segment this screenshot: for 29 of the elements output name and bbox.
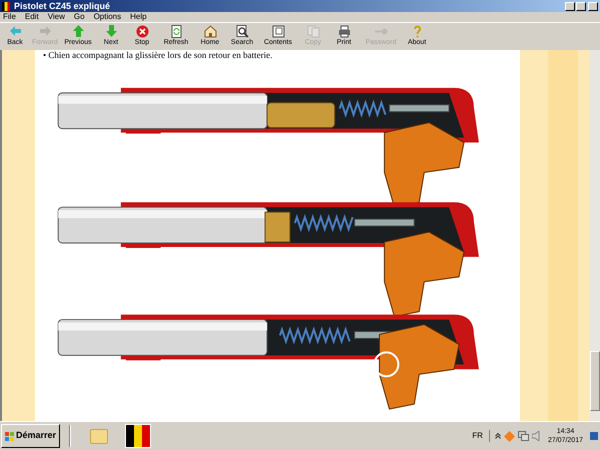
menu-item[interactable]: Go [74,13,85,21]
menu-item[interactable]: Edit [24,13,39,21]
home-icon [204,25,216,38]
app-taskbar-icon[interactable] [125,424,152,448]
paragraph: • Chien accompagnant la glissière lors de son retour en batterie. [42,50,274,60]
up-arrow-icon [72,25,84,38]
forward-arrow-icon [38,25,52,38]
scrollbar[interactable] [590,50,600,421]
start-button[interactable]: Démarrer [1,424,60,448]
close-button[interactable] [588,2,598,10]
speaker-icon[interactable] [532,431,541,441]
tray-up-arrow-icon[interactable] [494,433,501,439]
menu-item[interactable]: Options [94,13,122,21]
menu-item[interactable]: File [3,13,16,21]
maximize-button[interactable] [576,2,586,10]
refresh-icon [170,25,182,38]
printer-icon [338,25,350,38]
stop-icon [136,25,148,38]
language-indicator[interactable]: FR [472,430,490,442]
back-arrow-icon [8,25,22,38]
window-title: Pistolet CZ45 expliqué [14,2,110,10]
search-icon [236,25,248,38]
menu-item[interactable]: Help [130,13,147,21]
windows-logo-icon [5,432,14,440]
menu-item[interactable]: View [48,13,65,21]
copy-icon [306,25,320,38]
down-arrow-icon [104,25,118,38]
minimize-button[interactable] [565,2,575,10]
app-icon [2,2,10,10]
